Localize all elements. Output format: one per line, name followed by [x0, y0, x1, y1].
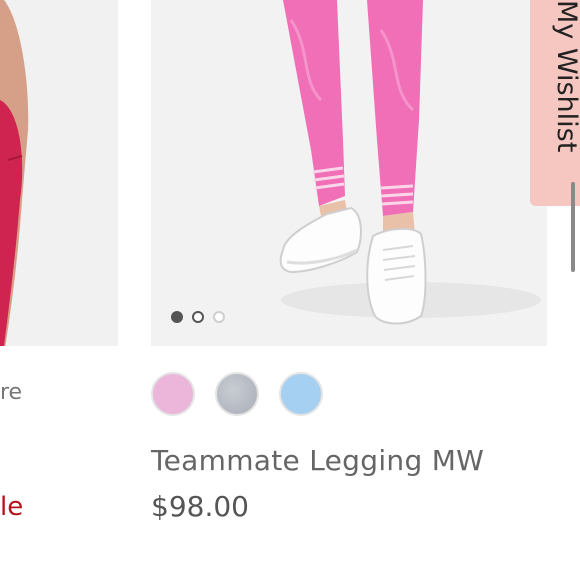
- scrollbar-thumb[interactable]: [571, 182, 575, 272]
- product-title[interactable]: Teammate Legging MW: [151, 444, 484, 477]
- swatch-light-blue[interactable]: [279, 372, 323, 416]
- wishlist-tab-label[interactable]: My Wishlist: [551, 0, 580, 152]
- swatch-pink[interactable]: [151, 372, 195, 416]
- product-price: $98.00: [151, 490, 249, 523]
- carousel-dots: [171, 311, 225, 323]
- color-swatches: [151, 372, 323, 416]
- left-product-sale-partial: le: [0, 492, 24, 522]
- left-product-name-partial[interactable]: re: [0, 380, 22, 405]
- legging-product-photo: [279, 0, 541, 325]
- carousel-dot-2[interactable]: [192, 311, 204, 323]
- product-image-main[interactable]: [151, 0, 547, 346]
- carousel-dot-1[interactable]: [171, 311, 183, 323]
- carousel-dot-3[interactable]: [213, 311, 225, 323]
- swatch-heather-grey[interactable]: [215, 372, 259, 416]
- model-figure-left: [0, 0, 29, 346]
- product-image-left[interactable]: [0, 0, 118, 346]
